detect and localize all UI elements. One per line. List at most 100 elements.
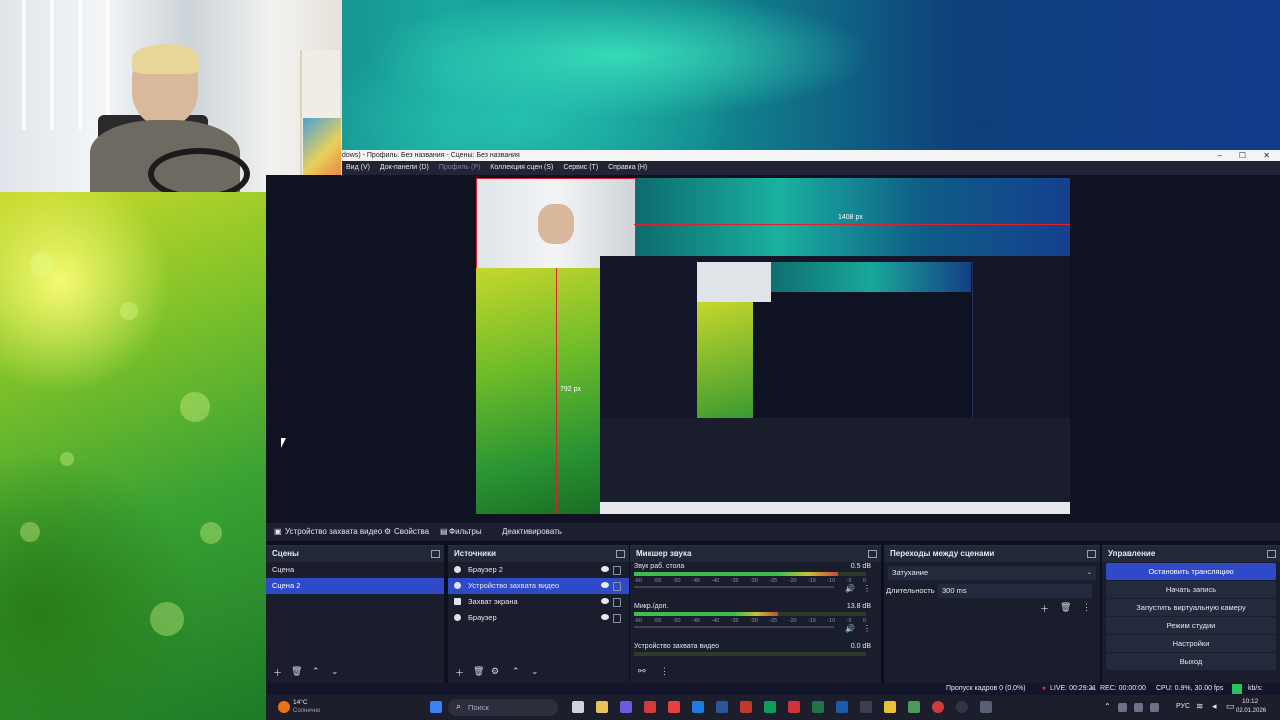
teams-icon[interactable] bbox=[620, 701, 632, 713]
clock-date[interactable]: 02.01.2026 bbox=[1236, 708, 1266, 714]
source-label: Устройство захвата видео bbox=[468, 581, 560, 590]
add-icon[interactable]: ＋ bbox=[1040, 602, 1049, 615]
add-icon[interactable]: ＋ bbox=[273, 666, 282, 679]
trash-icon[interactable]: 🗑 bbox=[1060, 602, 1071, 613]
speaker-icon[interactable]: 🔊 bbox=[845, 624, 855, 633]
undock-icon[interactable] bbox=[1267, 550, 1276, 558]
menu-profile[interactable]: Профиль (P) bbox=[439, 164, 481, 171]
exit-button[interactable]: Выход bbox=[1106, 653, 1276, 670]
move-up-icon[interactable]: ⌃ bbox=[512, 666, 520, 677]
word-icon[interactable] bbox=[716, 701, 728, 713]
add-icon[interactable]: ＋ bbox=[455, 666, 464, 679]
undock-icon[interactable] bbox=[616, 550, 625, 558]
link-icon[interactable]: ⚯ bbox=[638, 666, 646, 677]
trash-icon[interactable]: 🗑 bbox=[473, 666, 484, 677]
undock-icon[interactable] bbox=[868, 550, 877, 558]
tray-icon[interactable] bbox=[1150, 703, 1159, 712]
volume-slider[interactable] bbox=[634, 626, 834, 628]
task-view-icon[interactable] bbox=[572, 701, 584, 713]
source-item[interactable]: Браузер bbox=[448, 610, 629, 626]
duration-input[interactable]: 300 ms bbox=[938, 584, 1092, 598]
height-label: 792 px bbox=[560, 386, 582, 393]
pdf-icon[interactable] bbox=[788, 701, 800, 713]
lock-icon[interactable] bbox=[613, 598, 621, 607]
studio-mode-button[interactable]: Режим студии bbox=[1106, 617, 1276, 634]
settings-button[interactable]: Настройки bbox=[1106, 635, 1276, 652]
source-item[interactable]: Захват экрана bbox=[448, 594, 629, 610]
edge-icon[interactable] bbox=[764, 701, 776, 713]
menu-scene-collection[interactable]: Коллекция сцен (S) bbox=[490, 164, 553, 171]
transition-select[interactable]: Затухание ⌄ bbox=[888, 566, 1096, 580]
settings-app-icon[interactable] bbox=[836, 701, 848, 713]
gear-icon[interactable]: ⚙ bbox=[491, 666, 499, 677]
clock-time[interactable]: 10:12 bbox=[1242, 698, 1258, 705]
start-record-button[interactable]: Начать запись bbox=[1106, 581, 1276, 598]
file-explorer-icon[interactable] bbox=[596, 701, 608, 713]
folder-icon[interactable] bbox=[884, 701, 896, 713]
volume-icon[interactable]: ◂ bbox=[1212, 701, 1217, 712]
eye-icon[interactable] bbox=[601, 598, 609, 604]
move-up-icon[interactable]: ⌃ bbox=[312, 666, 320, 677]
channel-db: 0.0 dB bbox=[850, 643, 871, 650]
eye-icon[interactable] bbox=[601, 614, 609, 620]
properties-button[interactable]: Свойства bbox=[394, 523, 429, 541]
source-item[interactable]: Браузер 2 bbox=[448, 562, 629, 578]
menu-tools[interactable]: Сервис (T) bbox=[563, 164, 598, 171]
move-down-icon[interactable]: ⌄ bbox=[531, 666, 539, 677]
minecraft-icon[interactable] bbox=[908, 701, 920, 713]
language-indicator[interactable]: РУС bbox=[1176, 703, 1190, 710]
excel-icon[interactable] bbox=[812, 701, 824, 713]
more-options-icon[interactable]: ⋮ bbox=[1082, 602, 1091, 613]
eye-icon[interactable] bbox=[601, 566, 609, 572]
chrome-icon[interactable] bbox=[932, 701, 944, 713]
eye-icon[interactable] bbox=[601, 582, 609, 588]
undock-icon[interactable] bbox=[1087, 550, 1096, 558]
nested-green bbox=[697, 302, 753, 418]
terminal-icon[interactable] bbox=[860, 701, 872, 713]
speaker-icon[interactable]: 🔊 bbox=[845, 584, 855, 593]
move-down-icon[interactable]: ⌄ bbox=[331, 666, 339, 677]
source-item-selected[interactable]: Устройство захвата видео bbox=[448, 578, 629, 594]
tray-icon[interactable] bbox=[1118, 703, 1127, 712]
maximize-icon[interactable]: ☐ bbox=[1239, 150, 1246, 161]
windows-start-icon[interactable] bbox=[430, 701, 442, 713]
menu-help[interactable]: Справка (H) bbox=[608, 164, 647, 171]
tray-chevron-icon[interactable]: ⌃ bbox=[1104, 702, 1111, 711]
app-icon[interactable] bbox=[980, 701, 992, 713]
lock-icon[interactable] bbox=[613, 614, 621, 623]
deactivate-button[interactable]: Деактивировать bbox=[502, 523, 562, 541]
yandex-icon[interactable] bbox=[668, 701, 680, 713]
meter-tick-label: -45 bbox=[691, 578, 700, 584]
more-options-icon[interactable]: ⋮ bbox=[660, 666, 669, 677]
scenes-dock: Сцены Сцена Сцена 2 ＋ 🗑 ⌃ ⌄ bbox=[266, 545, 444, 696]
menu-view[interactable]: Вид (V) bbox=[346, 164, 370, 171]
bokeh-dot bbox=[20, 522, 40, 542]
height-guide-line bbox=[556, 268, 557, 514]
menu-docks[interactable]: Док-панели (D) bbox=[380, 164, 429, 171]
minimize-icon[interactable]: – bbox=[1218, 150, 1222, 161]
lock-icon[interactable] bbox=[613, 566, 621, 575]
program-preview[interactable]: 1408 px 792 px bbox=[476, 178, 1070, 514]
scene-item-selected[interactable]: Сцена 2 bbox=[266, 578, 444, 594]
lock-icon[interactable] bbox=[613, 582, 621, 591]
obs-icon[interactable] bbox=[956, 701, 968, 713]
battery-icon[interactable]: ▭ bbox=[1226, 701, 1235, 712]
virtual-camera-button[interactable]: Запустить виртуальную камеру bbox=[1106, 599, 1276, 616]
close-icon[interactable]: ✕ bbox=[1263, 150, 1270, 161]
opera-icon[interactable] bbox=[644, 701, 656, 713]
scene-item[interactable]: Сцена bbox=[266, 562, 444, 578]
menu-bar: Вид (V) Док-панели (D) Профиль (P) Колле… bbox=[342, 161, 1280, 175]
more-options-icon[interactable]: ⋮ bbox=[863, 624, 871, 633]
powerpoint-icon[interactable] bbox=[740, 701, 752, 713]
search-box[interactable]: ⌕ Поиск bbox=[448, 699, 558, 716]
more-options-icon[interactable]: ⋮ bbox=[863, 584, 871, 593]
tray-icon[interactable] bbox=[1134, 703, 1143, 712]
stop-stream-button[interactable]: Остановить трансляцию bbox=[1106, 563, 1276, 580]
weather-icon[interactable] bbox=[278, 701, 290, 713]
mail-icon[interactable] bbox=[692, 701, 704, 713]
trash-icon[interactable]: 🗑 bbox=[291, 666, 302, 677]
undock-icon[interactable] bbox=[431, 550, 440, 558]
wifi-icon[interactable]: ≋ bbox=[1196, 701, 1204, 712]
volume-slider[interactable] bbox=[634, 586, 834, 588]
filters-button[interactable]: Фильтры bbox=[449, 523, 482, 541]
